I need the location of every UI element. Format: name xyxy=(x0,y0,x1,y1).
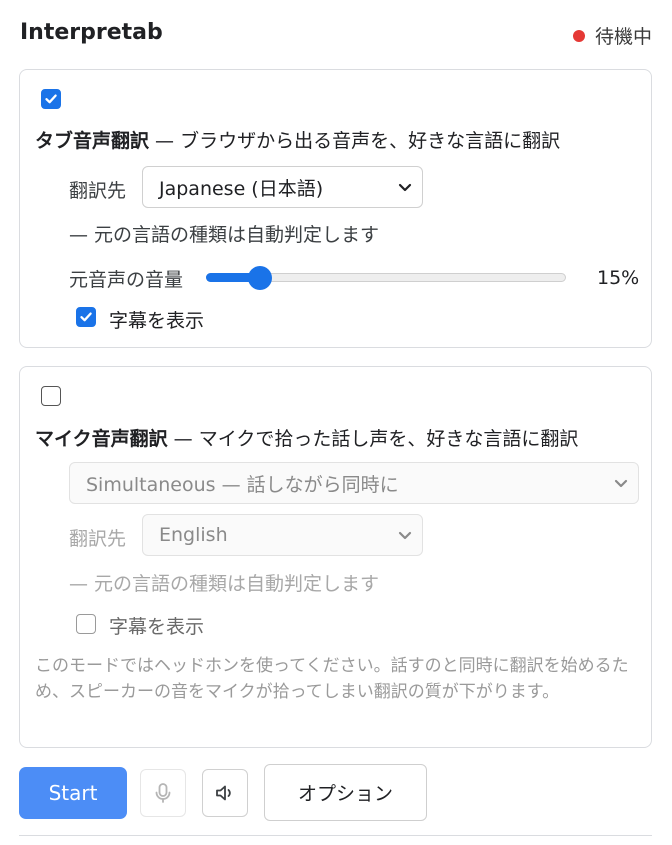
options-button[interactable]: オプション xyxy=(264,764,427,821)
tab-subtitles-label[interactable]: 字幕を表示 xyxy=(109,306,204,333)
tab-translation-feature-name: タブ音声翻訳 xyxy=(35,130,150,152)
status-text: 待機中 xyxy=(594,26,652,48)
tab-translation-description: — ブラウザから出る音声を、好きな言語に翻訳 xyxy=(149,130,561,152)
app-title: Interpretab xyxy=(20,20,163,45)
chevron-down-icon xyxy=(614,479,628,488)
microphone-icon xyxy=(155,783,171,803)
mic-translation-enable-checkbox[interactable] xyxy=(41,386,61,406)
mic-mode-value: Simultaneous — 話しながら同時に xyxy=(86,473,399,496)
status-dot-icon xyxy=(572,29,585,42)
tab-translation-card: タブ音声翻訳 — ブラウザから出る音声を、好きな言語に翻訳 翻訳先 Japane… xyxy=(19,69,652,348)
chevron-down-icon xyxy=(398,531,412,540)
mic-mode-select[interactable]: Simultaneous — 話しながら同時に xyxy=(69,462,639,504)
mic-button[interactable] xyxy=(140,769,186,817)
mic-translation-description: — マイクで拾った話し声を、好きな言語に翻訳 xyxy=(167,428,579,450)
mic-auto-detect-note: — 元の言語の種類は自動判定します xyxy=(69,573,380,595)
mic-target-language-label: 翻訳先 xyxy=(69,528,127,550)
mic-subtitles-checkbox[interactable] xyxy=(76,614,96,634)
start-button[interactable]: Start xyxy=(19,767,127,819)
speaker-button[interactable] xyxy=(202,769,248,817)
speaker-icon xyxy=(216,785,231,801)
checkmark-icon xyxy=(80,312,92,322)
tab-subtitles-checkbox[interactable] xyxy=(76,307,96,327)
mic-subtitles-label[interactable]: 字幕を表示 xyxy=(109,612,204,639)
tab-translation-enable-checkbox[interactable] xyxy=(41,89,61,109)
tab-target-language-value: Japanese (日本語) xyxy=(159,177,324,200)
mic-target-language-select[interactable]: English xyxy=(142,514,423,556)
chevron-down-icon xyxy=(398,183,412,192)
tab-translation-title: タブ音声翻訳 — ブラウザから出る音声を、好きな言語に翻訳 xyxy=(35,126,560,153)
mic-target-language-value: English xyxy=(159,524,228,546)
slider-thumb[interactable] xyxy=(248,266,272,290)
tab-auto-detect-note: — 元の言語の種類は自動判定します xyxy=(69,224,380,246)
headphone-warning-note: このモードではヘッドホンを使ってください。話すのと同時に翻訳を始めるため、スピー… xyxy=(35,656,629,702)
status-indicator: 待機中 xyxy=(572,22,652,49)
header: Interpretab 待機中 xyxy=(20,18,652,52)
volume-percent: 15% xyxy=(597,267,640,289)
mic-translation-feature-name: マイク音声翻訳 xyxy=(35,428,168,450)
checkmark-icon xyxy=(45,94,57,104)
mic-translation-card: マイク音声翻訳 — マイクで拾った話し声を、好きな言語に翻訳 Simultane… xyxy=(19,366,652,748)
tab-target-language-select[interactable]: Japanese (日本語) xyxy=(142,166,423,208)
mic-translation-title: マイク音声翻訳 — マイクで拾った話し声を、好きな言語に翻訳 xyxy=(35,424,578,451)
bottom-divider xyxy=(19,835,652,836)
tab-target-language-label: 翻訳先 xyxy=(69,180,127,202)
original-volume-label: 元音声の音量 xyxy=(69,269,184,291)
original-volume-slider[interactable] xyxy=(206,266,566,290)
